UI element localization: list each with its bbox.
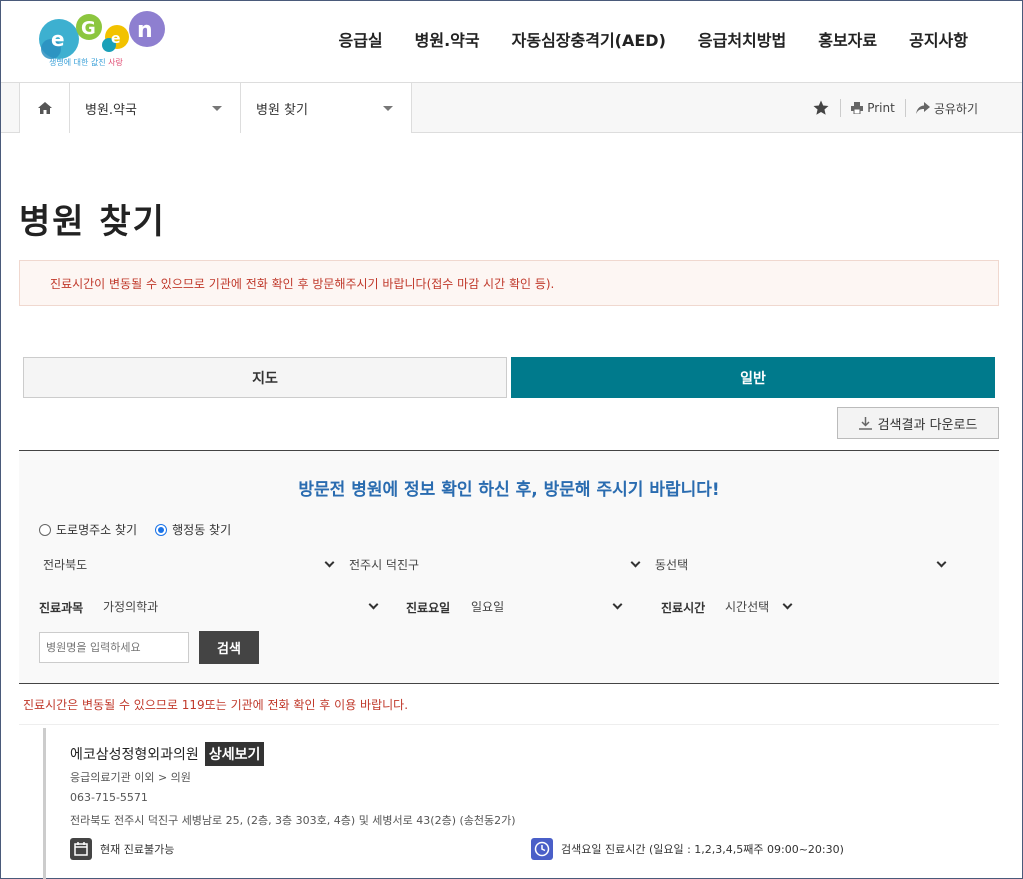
dong-select[interactable]: 동선택 — [651, 549, 951, 579]
hospital-name-input[interactable] — [39, 632, 189, 663]
tab-general[interactable]: 일반 — [511, 357, 995, 398]
radio-unchecked[interactable] — [39, 524, 51, 536]
time-label: 진료시간 — [661, 599, 705, 616]
radio-admin-dong[interactable]: 행정동 찾기 — [155, 521, 231, 538]
day-label: 진료요일 — [406, 599, 450, 616]
location-depth1-label: 병원.약국 — [85, 99, 137, 118]
sido-select[interactable]: 전라북도 — [39, 549, 339, 579]
chevron-down-icon — [937, 558, 947, 568]
time-info-text: 검색요일 진료시간 (일요일 : 1,2,3,4,5째주 09:00~20:30… — [561, 841, 844, 857]
notice-box: 진료시간이 변동될 수 있으므로 기관에 전화 확인 후 방문해주시기 바랍니다… — [19, 260, 999, 306]
page-title: 병원 찾기 — [19, 194, 166, 243]
day-value: 일요일 — [471, 598, 504, 615]
address-type-radios: 도로명주소 찾기 행정동 찾기 — [39, 521, 231, 538]
main-nav: 응급실 병원.약국 자동심장충격기(AED) 응급처치방법 홍보자료 공지사항 — [338, 27, 968, 51]
sigungu-value: 전주시 덕진구 — [349, 556, 419, 573]
result-phone: 063-715-5571 — [70, 791, 148, 804]
search-button[interactable]: 검색 — [199, 631, 259, 664]
svg-text:e: e — [111, 31, 121, 47]
star-icon — [812, 99, 830, 117]
day-select[interactable]: 일요일 — [467, 591, 627, 621]
chevron-down-icon — [369, 600, 379, 610]
result-name: 에코삼성정형외과의원 — [70, 744, 199, 764]
nav-item-aed[interactable]: 자동심장충격기(AED) — [512, 27, 666, 51]
location-depth2-select[interactable]: 병원 찾기 — [241, 83, 412, 133]
caret-down-icon — [383, 106, 393, 111]
clock-icon — [531, 838, 553, 860]
nav-item-promo[interactable]: 홍보자료 — [818, 27, 877, 51]
location-bar: 병원.약국 병원 찾기 Print 공유하기 — [1, 83, 1022, 133]
print-button[interactable]: Print — [841, 101, 905, 115]
sido-value: 전라북도 — [43, 556, 87, 573]
download-label: 검색결과 다운로드 — [878, 414, 978, 433]
share-label: 공유하기 — [934, 100, 978, 117]
nav-item-first-aid[interactable]: 응급처치방법 — [698, 27, 786, 51]
status-text: 현재 진료불가능 — [100, 841, 174, 857]
result-title: 에코삼성정형외과의원 상세보기 — [70, 742, 264, 766]
location-tools: Print 공유하기 — [802, 83, 988, 133]
logo-tagline: 생명에 대한 값진 사랑 — [49, 57, 123, 68]
share-button[interactable]: 공유하기 — [906, 100, 988, 117]
chevron-down-icon — [631, 558, 641, 568]
site-header: e G e n 생명에 대한 값진 사랑 응급실 병원.약국 자동심장충격기(A… — [1, 1, 1022, 83]
result-category: 응급의료기관 이외 > 의원 — [70, 769, 191, 785]
location-depth1-select[interactable]: 병원.약국 — [70, 83, 241, 133]
chevron-down-icon — [613, 600, 623, 610]
result-item: 에코삼성정형외과의원 상세보기 응급의료기관 이외 > 의원 063-715-5… — [43, 728, 1003, 879]
result-address: 전라북도 전주시 덕진구 세병남로 25, (2층, 3층 303호, 4층) … — [70, 812, 516, 828]
svg-text:e: e — [51, 27, 65, 51]
time-warning: 진료시간은 변동될 수 있으므로 119또는 기관에 전화 확인 후 이용 바랍… — [23, 696, 408, 713]
radio-checked[interactable] — [155, 524, 167, 536]
home-icon — [38, 102, 52, 114]
search-heading: 방문전 병원에 정보 확인 하신 후, 방문해 주시기 바랍니다! — [19, 475, 999, 500]
caret-down-icon — [212, 106, 222, 111]
detail-button[interactable]: 상세보기 — [205, 742, 265, 766]
nav-item-notice[interactable]: 공지사항 — [909, 27, 968, 51]
print-icon — [851, 102, 863, 114]
radio-road-label: 도로명주소 찾기 — [56, 521, 137, 538]
nav-item-hospital-pharmacy[interactable]: 병원.약국 — [415, 27, 480, 51]
svg-text:G: G — [81, 18, 96, 39]
time-value: 시간선택 — [725, 598, 769, 615]
search-panel: 방문전 병원에 정보 확인 하신 후, 방문해 주시기 바랍니다! 도로명주소 … — [19, 450, 999, 684]
svg-text:n: n — [137, 18, 153, 43]
chevron-down-icon — [325, 558, 335, 568]
chevron-down-icon — [783, 600, 793, 610]
calendar-icon — [70, 838, 92, 860]
home-button[interactable] — [19, 83, 70, 133]
divider — [19, 724, 999, 725]
dept-value: 가정의학과 — [103, 598, 158, 615]
bookmark-button[interactable] — [802, 99, 840, 117]
dept-select[interactable]: 가정의학과 — [99, 591, 383, 621]
download-results-button[interactable]: 검색결과 다운로드 — [837, 407, 999, 439]
result-status: 현재 진료불가능 — [70, 838, 174, 860]
print-label: Print — [867, 101, 895, 115]
radio-admin-label: 행정동 찾기 — [172, 521, 231, 538]
time-select[interactable]: 시간선택 — [721, 591, 797, 621]
tab-map[interactable]: 지도 — [23, 357, 507, 398]
dept-label: 진료과목 — [39, 599, 83, 616]
sigungu-select[interactable]: 전주시 덕진구 — [345, 549, 645, 579]
location-depth2-label: 병원 찾기 — [256, 99, 308, 118]
result-time: 검색요일 진료시간 (일요일 : 1,2,3,4,5째주 09:00~20:30… — [531, 838, 844, 860]
dong-value: 동선택 — [655, 556, 688, 573]
nav-item-emergency-room[interactable]: 응급실 — [338, 27, 382, 51]
download-icon — [859, 417, 872, 430]
share-icon — [916, 102, 930, 114]
radio-road-address[interactable]: 도로명주소 찾기 — [39, 521, 137, 538]
